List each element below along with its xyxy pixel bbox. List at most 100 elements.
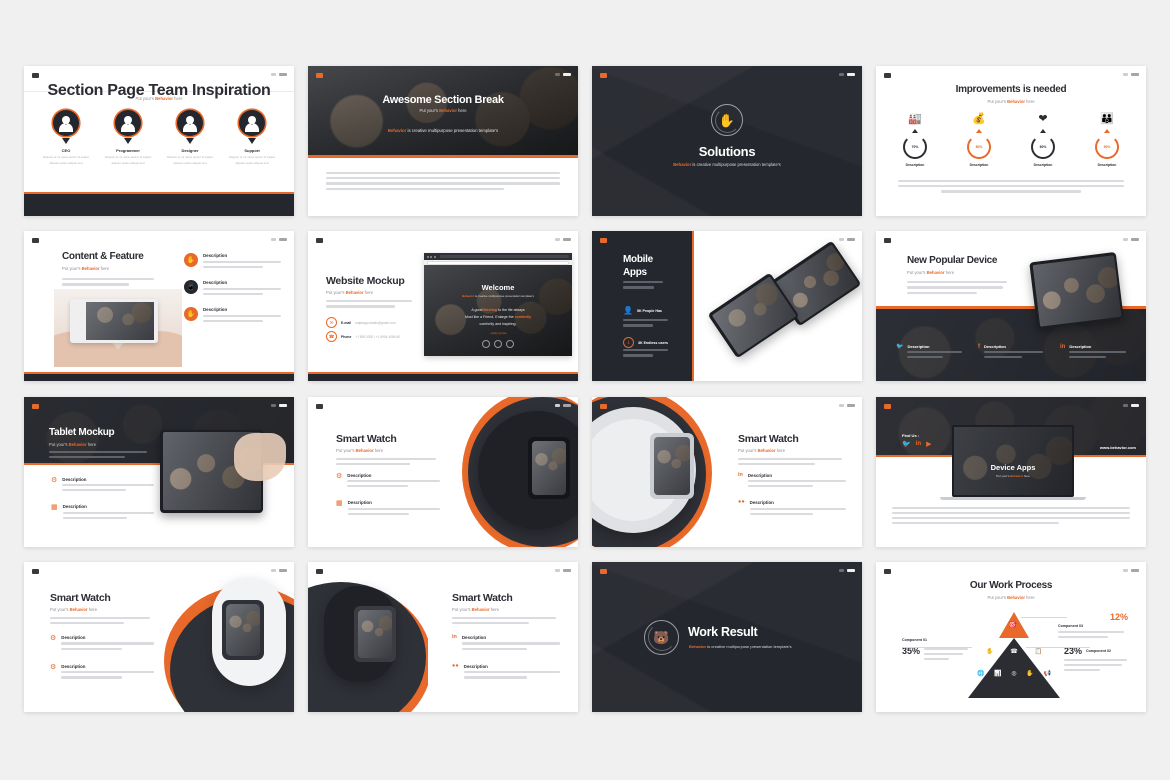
stat-item[interactable]: 🏭 70% Description [890, 114, 940, 167]
feature-item[interactable]: ▦ Description [51, 504, 154, 522]
stat-item[interactable]: 👪 90% Description [1082, 114, 1132, 167]
feature-item[interactable]: ▦ Description [336, 500, 440, 518]
watch-photo-area [458, 396, 578, 547]
dribbble-icon: ●● [738, 499, 745, 506]
slide-tablet-mockup[interactable]: Tablet Mockup Put your's Behavior here ⚙… [24, 396, 294, 547]
slide-title: Smart Watch [336, 432, 397, 445]
person-icon: 👤 [623, 306, 633, 316]
slide-subtitle: Put your's Behavior here [419, 108, 467, 113]
slide-title: Mobile Apps [623, 254, 653, 278]
stat-people-value: 5K People Has [636, 309, 662, 314]
slide-website-mockup[interactable]: Website Mockup Put your's Behavior here … [308, 231, 578, 382]
watch-photo-area [592, 396, 724, 547]
feature-item[interactable]: ⚙ Description [51, 477, 154, 495]
stat-people[interactable]: 👤 5K People Has [623, 307, 662, 315]
website-url[interactable]: www.behavior.com [1100, 445, 1136, 450]
person-avatar-icon [53, 110, 79, 136]
member-role: CEO [61, 148, 71, 153]
brand-logo-icon [600, 73, 607, 78]
gear-icon: ⚙ [50, 634, 57, 642]
slide-improvements-is-needed[interactable]: Improvements is needed Put your's Behavi… [876, 66, 1146, 216]
feature-item[interactable]: ⚙ Description [50, 635, 154, 653]
member-role: Programmer [116, 148, 140, 153]
mail-icon: ✉ [326, 317, 337, 329]
slide-smart-watch-4[interactable]: Smart Watch Put your's Behavior here in … [308, 561, 578, 712]
feature-heading: Description [203, 280, 228, 286]
body-paragraph [336, 457, 436, 468]
phone-screen [86, 302, 154, 341]
slide-title: Smart Watch [452, 591, 513, 604]
feature-item[interactable]: ●● Description [452, 663, 560, 682]
team-member[interactable]: Support Aliquam et mi netus auctor id sa… [226, 110, 278, 166]
contact-email[interactable]: ✉ E-mail majeargo.studio@gmail.com [326, 317, 396, 329]
page-number [839, 238, 855, 242]
linkedin-icon[interactable]: in [916, 441, 921, 448]
slide-device-apps[interactable]: Find Us : 🐦 in ▶ www.behavior.com Device… [876, 396, 1146, 547]
team-member[interactable]: CEO Aliquam et mi netus auctor id sapien… [40, 110, 92, 166]
feature-item[interactable]: ✋ Description [184, 307, 286, 325]
brand-logo-icon [884, 568, 891, 574]
slide-new-popular-device[interactable]: New Popular Device Put your's Behavior h… [876, 231, 1146, 382]
page-number [1123, 403, 1139, 407]
slide-subtitle: Put your's Behavior here [907, 270, 955, 276]
twitter-icon[interactable]: 🐦 [902, 441, 911, 448]
team-member[interactable]: Programmer Aliquam et mi netus auctor id… [102, 110, 154, 166]
clipboard-icon: 📋 [1034, 648, 1042, 655]
component-03[interactable]: 12% Component 03 [1058, 612, 1128, 641]
feature-item[interactable]: in Description [452, 634, 560, 653]
youtube-icon[interactable]: ▶ [926, 441, 931, 448]
brand-line: Behavior is creative multipurpose presen… [673, 162, 781, 167]
slide-work-result[interactable]: 🐻 Work Result Behavior is creative multi… [592, 561, 862, 712]
feature-item[interactable]: ●● Description [738, 500, 846, 518]
feature-item[interactable]: ⚙ Description [336, 473, 440, 491]
gear-icon: ⚙ [50, 663, 57, 671]
brand-logo-icon [600, 238, 607, 244]
slide-section-page-team-inspiration[interactable]: Section Page Team Inspiration Put your's… [24, 66, 294, 216]
social-heading: Description [907, 343, 930, 349]
feature-item[interactable]: ✋ Description [184, 253, 286, 271]
welcome-title: Welcome [481, 283, 515, 293]
team-member[interactable]: Designer Aliquam et mi netus auctor id s… [164, 110, 216, 166]
money-icon: 💰 [972, 113, 986, 125]
feature-item[interactable]: 📱 Description [184, 280, 286, 298]
body-paragraph [738, 457, 842, 468]
watch-photo-area [308, 562, 428, 712]
feature-item[interactable]: in Description [738, 472, 846, 491]
stat-list: 🏭 70% Description 💰 80% Description ❤ 60… [890, 114, 1132, 167]
quote-author: - Andy Lyman [489, 331, 507, 336]
click-icon: ✋ [1026, 670, 1034, 677]
stat-item[interactable]: ❤ 60% Description [1018, 114, 1068, 167]
component-01[interactable]: Component 01 35% [902, 638, 968, 664]
find-us-label: Find Us : [902, 432, 920, 438]
contact-phone[interactable]: ☎ Phone +1 859 3030 / +1 6904 4056 80 [326, 331, 400, 343]
slide-content-and-feature[interactable]: Content & Feature Put your's Behavior he… [24, 231, 294, 382]
component-value: 12% [1109, 611, 1128, 622]
feature-item[interactable]: ⚙ Description [50, 664, 154, 682]
slide-smart-watch-2[interactable]: Smart Watch Put your's Behavior here in … [592, 396, 862, 547]
progress-ring: 90% [1095, 135, 1119, 159]
social-item[interactable]: 🐦 Description [896, 344, 968, 361]
stat-item[interactable]: 💰 80% Description [954, 114, 1004, 167]
social-item[interactable]: f Description [978, 344, 1050, 361]
stat-value: 90% [1103, 145, 1111, 149]
component-02[interactable]: 23% Component 02 [1064, 646, 1130, 675]
slide-awesome-section-break[interactable]: Awesome Section Break Put your's Behavio… [308, 66, 578, 216]
slide-mobile-apps[interactable]: Mobile Apps 👤 5K People Has ⇩ 3K Endless … [592, 231, 862, 382]
slide-smart-watch-3[interactable]: Smart Watch Put your's Behavior here ⚙ D… [24, 561, 294, 712]
social-item[interactable]: in Description [1060, 344, 1132, 361]
member-desc: Aliquam et mi netus auctor id sapien ali… [228, 155, 276, 165]
slide-title: Solutions [698, 144, 756, 159]
slide-solutions[interactable]: ✋ Solutions Behavior is creative multipu… [592, 66, 862, 216]
slide-smart-watch-1[interactable]: Smart Watch Put your's Behavior here ⚙ D… [308, 396, 578, 547]
stat-value: 70% [911, 145, 919, 149]
feature-list: ✋ Description 📱 Description ✋ Descriptio… [184, 253, 286, 325]
stat-downloads[interactable]: ⇩ 3K Endless users [623, 337, 668, 349]
brand-logo-icon [600, 403, 607, 409]
feature-heading: Description [347, 500, 372, 506]
brand-logo-icon [884, 238, 891, 244]
slide-our-work-process[interactable]: Our Work Process Put your's Behavior her… [876, 561, 1146, 712]
slide-title: Awesome Section Break [382, 94, 504, 106]
slide-title: Smart Watch [738, 432, 799, 445]
stat-label: Description [1033, 163, 1053, 167]
member-desc: Aliquam et mi netus auctor id sapien ali… [166, 155, 214, 165]
